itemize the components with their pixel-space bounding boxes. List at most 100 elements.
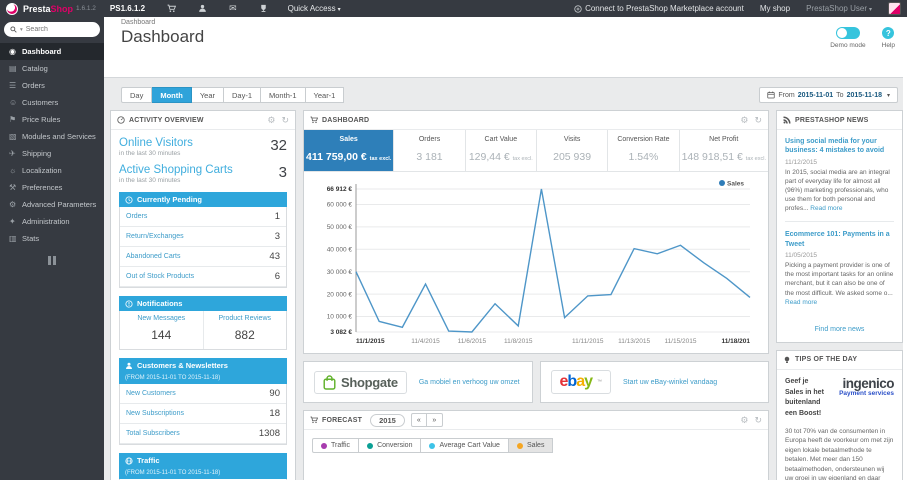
breadcrumb[interactable]: Dashboard xyxy=(121,19,907,26)
my-shop-link[interactable]: My shop xyxy=(760,4,790,13)
range-button-month-1[interactable]: Month-1 xyxy=(261,87,306,103)
scrollbar[interactable] xyxy=(903,17,907,480)
refresh-icon[interactable]: ↻ xyxy=(754,115,762,125)
kpi-cell-visits[interactable]: Visits 205 939 xyxy=(535,130,607,171)
ebay-promo[interactable]: ebay ™ Start uw eBay-winkel vandaag xyxy=(539,361,769,403)
sidebar-search[interactable]: ▾ xyxy=(4,22,100,37)
forecast-metric-button-average-cart-value[interactable]: Average Cart Value xyxy=(421,438,509,453)
section-title: Currently Pending xyxy=(137,195,203,204)
search-input[interactable] xyxy=(25,26,82,33)
row-label[interactable]: New Subscriptions xyxy=(126,410,184,417)
quick-access-menu[interactable]: Quick Access ▾ xyxy=(288,4,341,13)
article-title[interactable]: Ecommerce 101: Payments in a Tweet xyxy=(785,230,894,249)
sidebar-item-catalog[interactable]: ▤ Catalog xyxy=(0,60,104,77)
sidebar-item-preferences[interactable]: ⚒ Preferences xyxy=(0,179,104,196)
row-label[interactable]: Orders xyxy=(126,213,147,220)
sidebar-item-orders[interactable]: ☰ Orders xyxy=(0,77,104,94)
online-visitors-label[interactable]: Online Visitors xyxy=(119,137,287,149)
previous-year-button[interactable]: « xyxy=(410,413,427,427)
active-carts-label[interactable]: Active Shopping Carts xyxy=(119,164,287,176)
row-label[interactable]: Return/Exchanges xyxy=(126,233,184,240)
gear-icon[interactable]: ⚙ xyxy=(267,115,275,125)
sidebar-item-shipping[interactable]: ✈ Shipping xyxy=(0,145,104,162)
ebay-link[interactable]: Start uw eBay-winkel vandaag xyxy=(623,379,717,386)
sidebar-item-localization[interactable]: ☼ Localization xyxy=(0,162,104,179)
row-value: 18 xyxy=(269,408,280,419)
demo-mode-toggle[interactable] xyxy=(835,27,860,39)
notification-cell-product-reviews[interactable]: Product Reviews 882 xyxy=(202,311,287,349)
row-label[interactable]: Total Subscribers xyxy=(126,430,180,437)
sidebar-item-advanced-parameters[interactable]: ⚙ Advanced Parameters xyxy=(0,196,104,213)
refresh-icon[interactable]: ↻ xyxy=(754,415,762,425)
gear-icon[interactable]: ⚙ xyxy=(740,115,748,125)
svg-text:11/15/2015: 11/15/2015 xyxy=(664,338,696,345)
pending-row-out-of-stock[interactable]: Out of Stock Products 6 xyxy=(120,267,286,287)
shopgate-link[interactable]: Ga mobiel en verhoog uw omzet xyxy=(419,379,520,386)
sidebar-item-label: Customers xyxy=(22,98,59,107)
pending-row-orders[interactable]: Orders 1 xyxy=(120,207,286,227)
range-button-day-1[interactable]: Day-1 xyxy=(224,87,262,103)
kpi-cell-net-profit[interactable]: Net Profit 148 918,51 € tax excl. xyxy=(678,130,768,171)
cart-icon[interactable] xyxy=(167,4,177,13)
find-more-news-link[interactable]: Find more news xyxy=(777,326,902,342)
user-menu[interactable]: PrestaShop User ▾ xyxy=(806,4,872,13)
help-icon[interactable]: ? xyxy=(882,27,895,39)
shopgate-promo[interactable]: Shopgate Ga mobiel en verhoog uw omzet xyxy=(303,361,533,403)
customers-row-new-subscriptions[interactable]: New Subscriptions 18 xyxy=(120,404,286,424)
ebay-logo: ebay ™ xyxy=(550,370,611,394)
range-button-year-1[interactable]: Year-1 xyxy=(305,87,345,103)
row-label[interactable]: Out of Stock Products xyxy=(126,273,194,280)
sidebar-item-label: Dashboard xyxy=(22,47,62,56)
collapse-sidebar-icon[interactable] xyxy=(47,256,57,265)
sidebar-item-customers[interactable]: ☺ Customers xyxy=(0,94,104,111)
kpi-cell-orders[interactable]: Orders 3 181 xyxy=(393,130,464,171)
read-more-link[interactable]: Read more xyxy=(785,299,817,306)
sidebar-item-stats[interactable]: ▥ Stats xyxy=(0,230,104,247)
read-more-link[interactable]: Read more xyxy=(810,205,842,212)
customers-icon[interactable] xyxy=(198,4,207,13)
sidebar-item-dashboard[interactable]: ◉ Dashboard xyxy=(0,43,104,60)
next-year-button[interactable]: » xyxy=(426,413,443,427)
row-label[interactable]: New Customers xyxy=(126,390,176,397)
cell-label[interactable]: Product Reviews xyxy=(206,315,285,322)
sidebar-item-modules-and-services[interactable]: ▧ Modules and Services xyxy=(0,128,104,145)
forecast-year-input[interactable]: 2015 xyxy=(370,413,405,427)
customers-row-new-customers[interactable]: New Customers 90 xyxy=(120,384,286,404)
trophy-icon[interactable] xyxy=(259,4,268,13)
forecast-metric-button-conversion[interactable]: Conversion xyxy=(359,438,422,453)
pending-row-returns[interactable]: Return/Exchanges 3 xyxy=(120,227,286,247)
demo-mode-label: Demo mode xyxy=(830,42,866,49)
range-button-year[interactable]: Year xyxy=(191,87,224,103)
kpi-cell-cart-value[interactable]: Cart Value 129,44 € tax excl. xyxy=(464,130,536,171)
sidebar: ▾ ◉ Dashboard ▤ Catalog ☰ Orders xyxy=(0,17,104,480)
forecast-metric-button-sales[interactable]: Sales xyxy=(508,438,554,453)
marketplace-link[interactable]: Connect to PrestaShop Marketplace accoun… xyxy=(574,4,744,13)
kpi-cell-conversion-rate[interactable]: Conversion Rate 1.54% xyxy=(607,130,678,171)
customers-row-total-subscribers[interactable]: Total Subscribers 1308 xyxy=(120,424,286,444)
forecast-metric-button-traffic[interactable]: Traffic xyxy=(312,438,360,453)
brand-name: PrestaShop xyxy=(23,3,74,14)
range-button-day[interactable]: Day xyxy=(121,87,153,103)
messages-icon[interactable]: ✉ xyxy=(229,3,237,14)
svg-text:3 082 €: 3 082 € xyxy=(330,329,352,336)
globe-icon xyxy=(125,456,133,465)
chevron-down-icon: ▾ xyxy=(337,7,341,13)
row-label[interactable]: Abandoned Carts xyxy=(126,253,180,260)
refresh-icon[interactable]: ↻ xyxy=(281,115,289,125)
kpi-cell-sales[interactable]: Sales 411 759,00 € tax excl. xyxy=(304,130,394,171)
cell-label[interactable]: New Messages xyxy=(122,315,201,322)
article-date: 11/12/2015 xyxy=(785,158,818,166)
svg-text:60 000 €: 60 000 € xyxy=(327,202,353,209)
date-range-picker[interactable]: From 2015-11-01 To 2015-11-18 ▾ xyxy=(759,87,898,103)
article-title[interactable]: Using social media for your business: 4 … xyxy=(785,137,894,156)
notification-cell-new-messages[interactable]: New Messages 144 xyxy=(120,311,203,349)
range-button-month[interactable]: Month xyxy=(152,87,192,103)
gear-icon[interactable]: ⚙ xyxy=(740,415,748,425)
sidebar-item-label: Modules and Services xyxy=(22,132,96,141)
pending-row-abandoned-carts[interactable]: Abandoned Carts 43 xyxy=(120,247,286,267)
user-avatar[interactable] xyxy=(888,2,901,15)
chevron-down-icon[interactable]: ▾ xyxy=(20,27,23,33)
sidebar-item-administration[interactable]: ✦ Administration xyxy=(0,213,104,230)
alert-icon xyxy=(125,299,133,308)
sidebar-item-price-rules[interactable]: ⚑ Price Rules xyxy=(0,111,104,128)
